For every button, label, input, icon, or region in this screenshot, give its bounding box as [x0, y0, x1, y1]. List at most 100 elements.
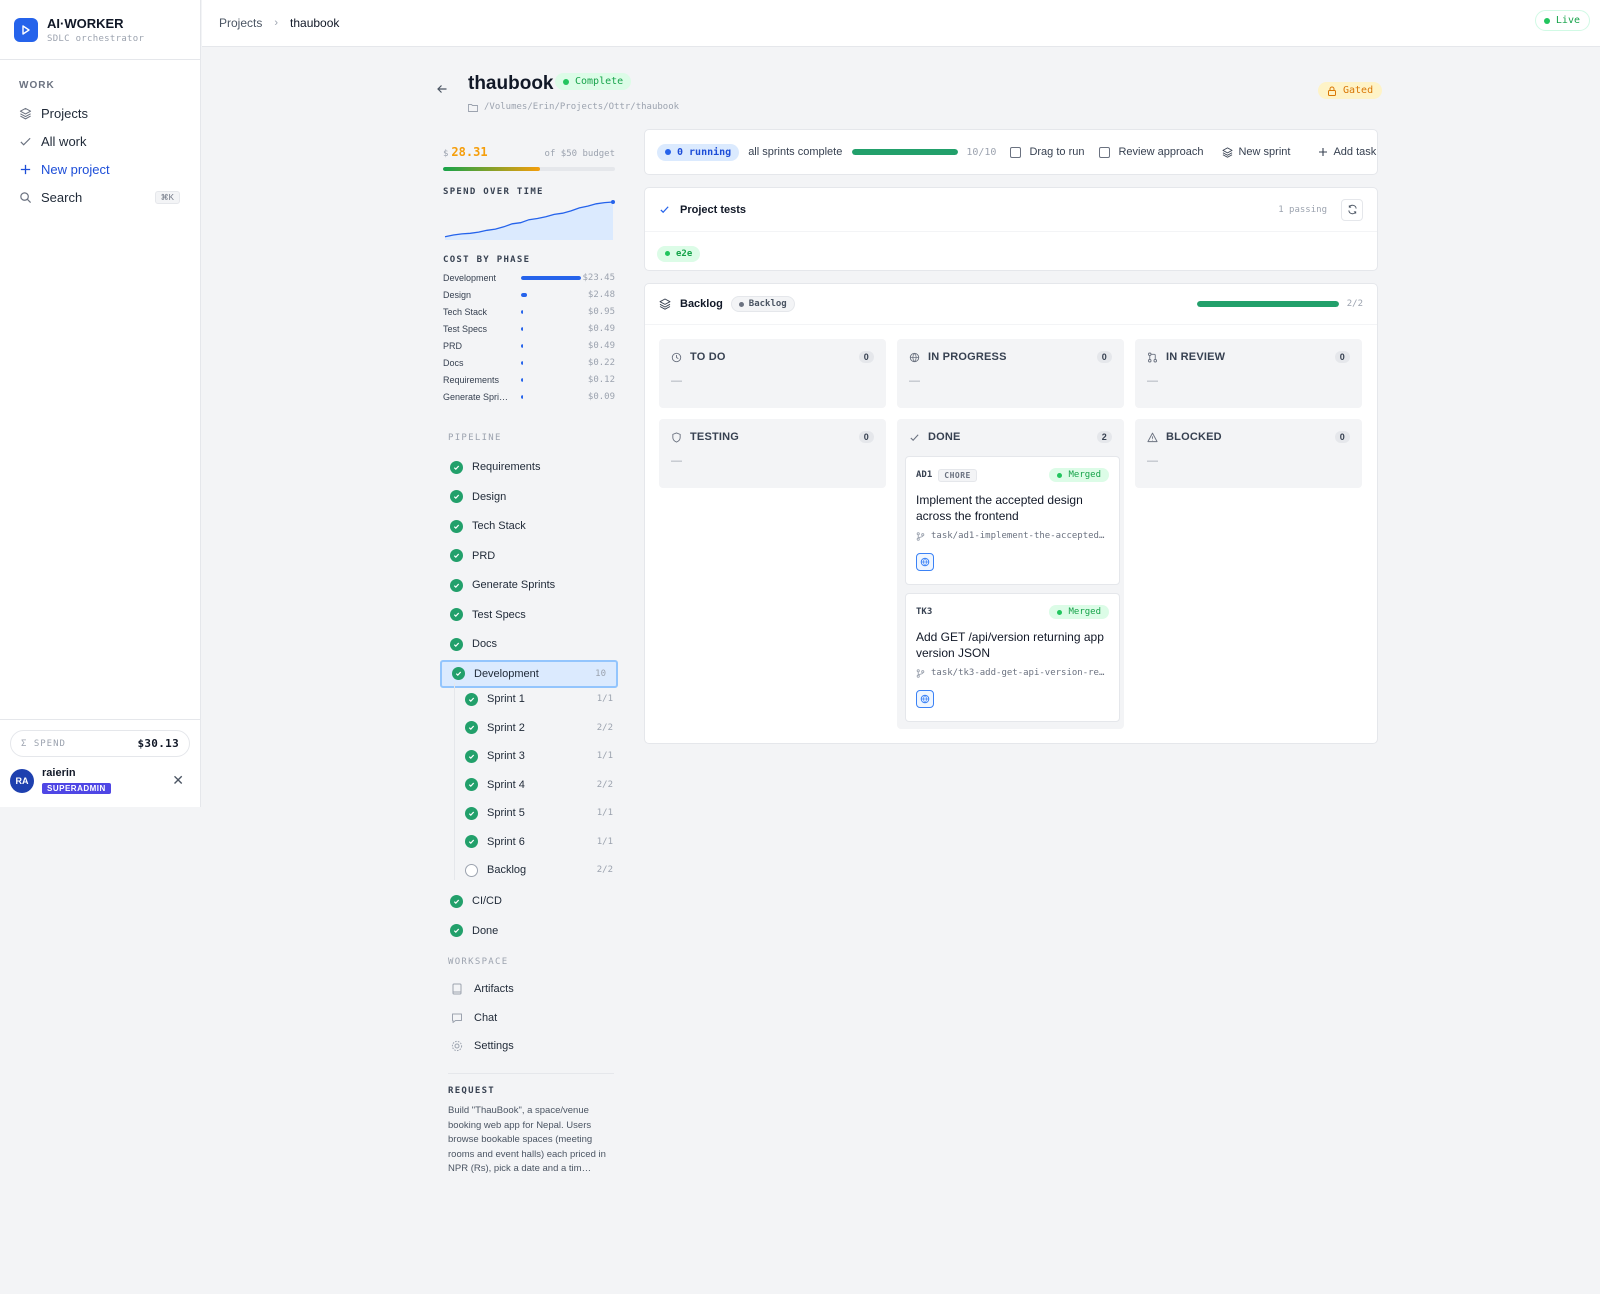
refresh-button[interactable] [1341, 198, 1363, 221]
pipeline-step[interactable]: Generate Sprints [440, 571, 618, 599]
tests-passing-count: 1 passing [1278, 204, 1327, 215]
budget-limit: of $50 budget [544, 149, 615, 159]
back-arrow-icon[interactable] [436, 83, 448, 95]
check-circle-icon [465, 721, 478, 734]
globe-icon [909, 352, 920, 362]
nav-section-work: WORK [19, 80, 55, 91]
layers-icon [1222, 147, 1233, 158]
review-approach-toggle[interactable]: Review approach [1099, 146, 1203, 158]
pipeline-step[interactable]: PRD [440, 542, 618, 570]
phase-cost-row: Requirements $0.12 [443, 371, 615, 388]
add-task-button[interactable]: Add task [1318, 146, 1376, 158]
backlog-progress-bar [1196, 301, 1339, 307]
pipeline-step[interactable]: Test Specs [440, 601, 618, 629]
backlog-board-panel: Backlog Backlog 2/2 TO DO 0 — IN PROGRES… [644, 283, 1378, 744]
backlog-badge-label: Backlog [748, 299, 787, 309]
pipeline-step[interactable]: CI/CD [440, 887, 618, 915]
phase-cost-bar [521, 309, 581, 314]
column-label: IN REVIEW [1166, 351, 1226, 363]
agent-icon[interactable] [916, 690, 934, 708]
task-branch: task/ad1-implement-the-accepted… [916, 531, 1109, 541]
user-row: RA raierin SUPERADMIN ✕ [10, 767, 190, 794]
sprint-item[interactable]: Sprint 5 1/1 [455, 800, 623, 826]
avatar[interactable]: RA [10, 768, 34, 793]
sprint-item[interactable]: Backlog 2/2 [455, 857, 623, 883]
sprint-item[interactable]: Sprint 1 1/1 [455, 686, 623, 712]
book-icon [452, 983, 462, 995]
merged-badge: Merged [1049, 468, 1109, 482]
budget-currency: $ [443, 149, 449, 159]
gated-badge[interactable]: Gated [1318, 82, 1383, 99]
badge-dot-icon [738, 301, 744, 307]
phase-name: Generate Spri… [443, 391, 509, 402]
check-circle-icon [465, 806, 478, 820]
check-icon [20, 137, 31, 146]
pipeline-step[interactable]: Design [440, 483, 618, 511]
column-in-progress: IN PROGRESS 0 — [897, 339, 1124, 408]
workspace-item-artifacts[interactable]: Artifacts [451, 977, 514, 1001]
check-circle-icon [450, 490, 463, 503]
budget-spent: 28.31 [451, 145, 488, 159]
phase-cost-value: $0.09 [587, 391, 615, 402]
pipeline-step[interactable]: Requirements [440, 453, 618, 481]
sprint-item[interactable]: Sprint 3 1/1 [455, 743, 623, 769]
phase-cost-value: $0.22 [587, 357, 615, 368]
sprint-item[interactable]: Sprint 2 2/2 [455, 715, 623, 741]
check-circle-icon [450, 924, 463, 937]
phase-cost-value: $23.45 [582, 272, 615, 283]
task-card[interactable]: AD1 CHORE Merged Implement the accepted … [905, 456, 1120, 585]
test-tag-e2e[interactable]: e2e [657, 245, 701, 262]
merged-label: Merged [1068, 470, 1101, 480]
layers-icon [19, 107, 32, 119]
sprint-item[interactable]: Sprint 4 2/2 [455, 772, 623, 798]
column-empty: — [1147, 375, 1158, 387]
running-badge: 0 running [657, 143, 740, 161]
workspace-item-label: Artifacts [474, 983, 514, 995]
pipeline-step[interactable]: Docs [440, 630, 618, 658]
plus-icon [1319, 148, 1328, 156]
brand[interactable]: AI·WORKER SDLC orchestrator [0, 0, 200, 60]
task-title: Implement the accepted design across the… [916, 493, 1083, 523]
status-badge-label: Complete [575, 76, 624, 87]
sprint-label: Sprint 1 [487, 693, 525, 705]
branch-icon [916, 531, 925, 541]
column-empty: — [1147, 455, 1158, 467]
close-icon[interactable]: ✕ [172, 772, 184, 789]
workspace-item-settings[interactable]: Settings [451, 1034, 514, 1058]
pipeline-step-label: PRD [472, 549, 496, 562]
checkbox[interactable] [1099, 146, 1111, 158]
phase-cost-value: $0.49 [587, 340, 615, 351]
check-circle-icon [465, 692, 478, 706]
phase-cost-bar [521, 275, 581, 280]
new-sprint-button[interactable]: New sprint [1222, 146, 1290, 158]
sprint-item[interactable]: Sprint 6 1/1 [455, 829, 623, 855]
spend-chart-label: SPEND OVER TIME [443, 187, 544, 197]
nav-item-label: All work [41, 133, 87, 149]
project-path: /Volumes/Erin/Projects/Ottr/thaubook [468, 102, 679, 112]
drag-to-run-toggle[interactable]: Drag to run [1010, 146, 1084, 158]
agent-icon[interactable] [916, 553, 934, 571]
project-path-text: /Volumes/Erin/Projects/Ottr/thaubook [484, 102, 680, 112]
sidebar-footer: Σ SPEND $30.13 RA raierin SUPERADMIN ✕ [0, 719, 200, 804]
new-sprint-label: New sprint [1238, 146, 1291, 158]
task-card[interactable]: TK3 Merged Add GET /api/version returnin… [905, 593, 1120, 722]
nav-item-all-work[interactable]: All work [0, 127, 200, 155]
pipeline-step[interactable]: Development 10 [440, 659, 618, 688]
checkbox[interactable] [1010, 146, 1022, 158]
phase-cost-bar [521, 326, 581, 331]
column-to-do: TO DO 0 — [659, 339, 886, 408]
sprint-progress-count: 10/10 [966, 146, 997, 158]
live-indicator: Live [1534, 10, 1590, 31]
nav-item-new-project[interactable]: New project [0, 155, 200, 183]
nav-item-projects[interactable]: Projects [0, 99, 200, 127]
column-empty: — [671, 375, 682, 387]
check-icon [660, 206, 669, 214]
globe-icon [920, 557, 930, 567]
pipeline-step[interactable]: Tech Stack [440, 512, 618, 540]
budget-summary: $ 28.31 of $50 budget [443, 145, 615, 159]
workspace-item-chat[interactable]: Chat [451, 1006, 497, 1030]
nav-item-search[interactable]: Search ⌘K [0, 183, 200, 211]
request-text: Build "ThauBook", a space/venue booking … [448, 1105, 606, 1174]
breadcrumb-projects[interactable]: Projects [219, 16, 262, 30]
pipeline-step[interactable]: Done [440, 917, 618, 945]
